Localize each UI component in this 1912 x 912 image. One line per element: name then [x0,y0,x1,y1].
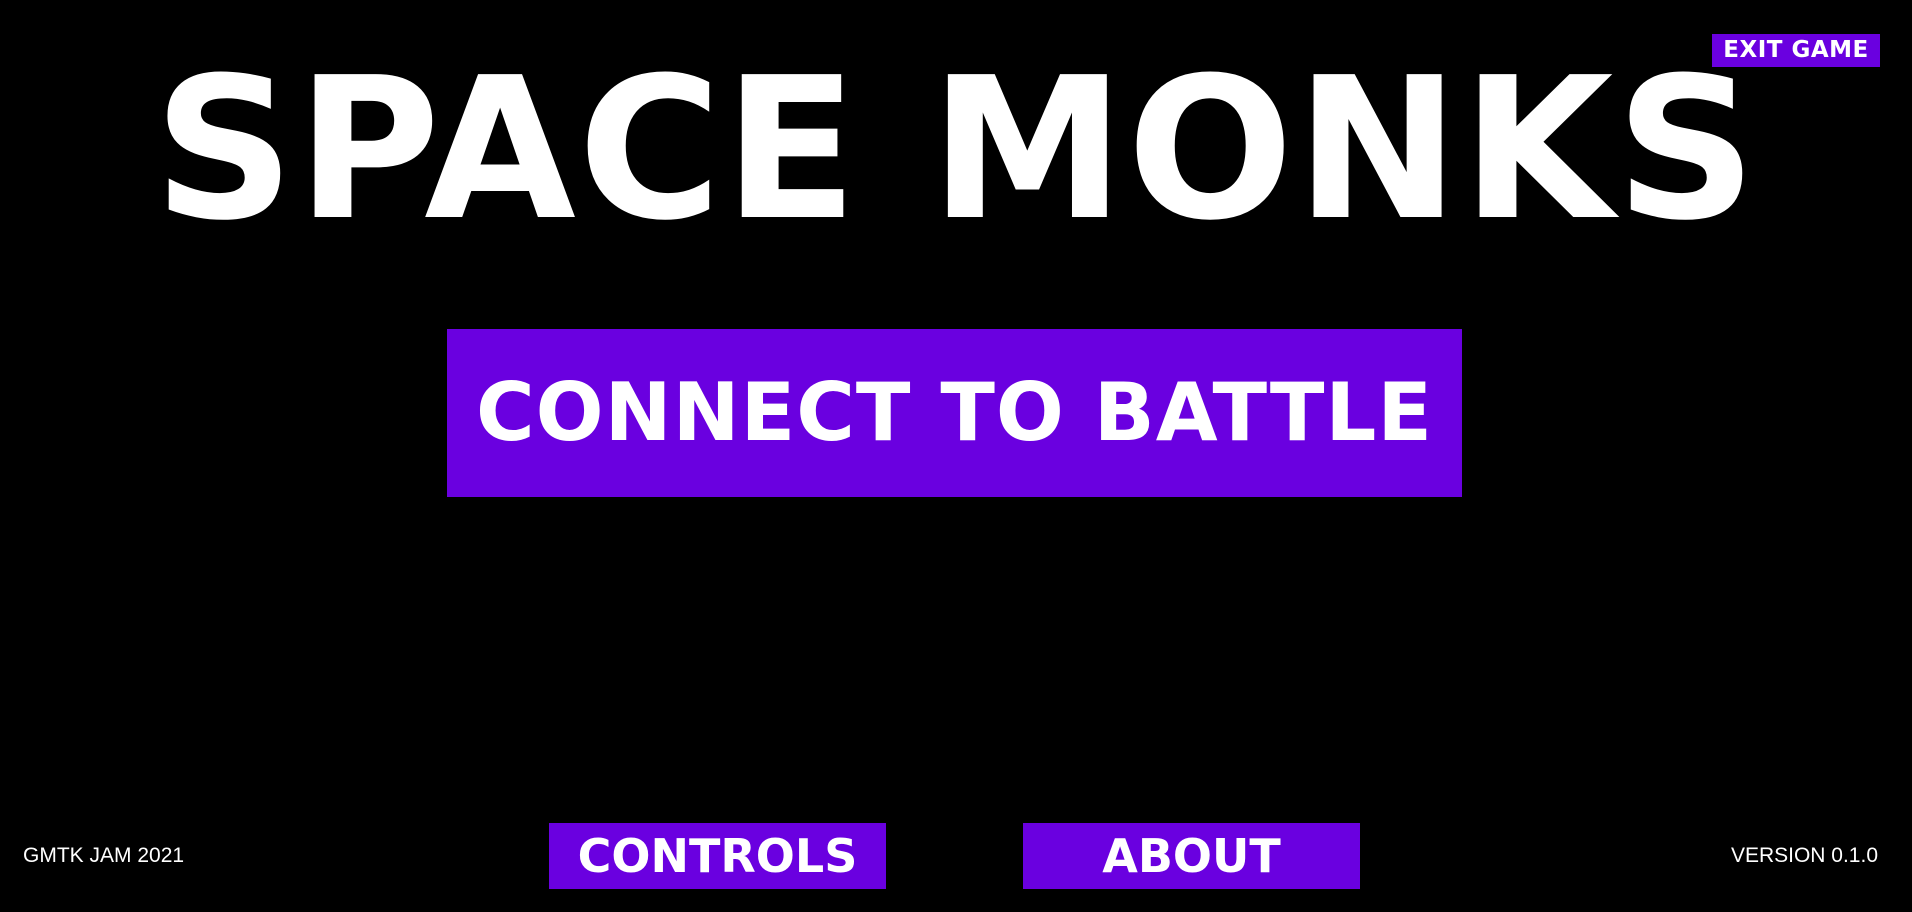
version-label: VERSION 0.1.0 [1730,844,1878,867]
about-button[interactable]: ABOUT [1023,823,1360,889]
game-title: SPACE MONKS [153,36,1759,264]
controls-button[interactable]: CONTROLS [549,823,886,889]
connect-to-battle-button[interactable]: CONNECT TO BATTLE [447,329,1462,497]
main-menu-screen: EXIT GAME SPACE MONKS CONNECT TO BATTLE … [0,0,1912,912]
jam-label: GMTK JAM 2021 [23,844,185,867]
